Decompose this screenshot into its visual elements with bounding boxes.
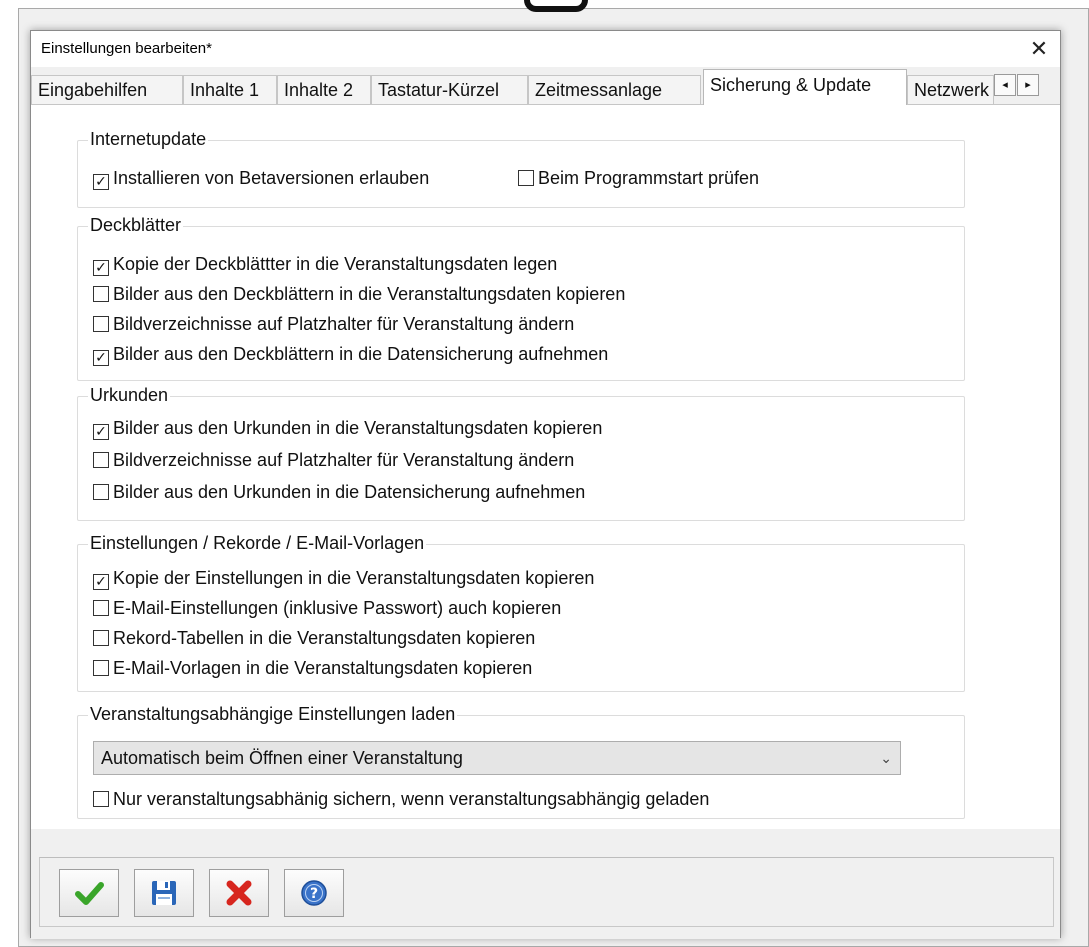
cropped-glyph xyxy=(524,0,588,12)
tab-eingabehilfen[interactable]: Eingabehilfen xyxy=(31,75,183,105)
help-icon: ? xyxy=(301,880,327,906)
checkbox-box[interactable]: ✓ xyxy=(93,260,109,276)
group-title: Deckblätter xyxy=(88,214,184,236)
checkbox-label: E-Mail-Vorlagen in die Veranstaltungsdat… xyxy=(113,658,533,678)
checkbox-label: Rekord-Tabellen in die Veranstaltungsdat… xyxy=(113,628,536,648)
checkbox-label: Bilder aus den Urkunden in die Veranstal… xyxy=(113,418,603,438)
checkbox-label: E-Mail-Einstellungen (inklusive Passwort… xyxy=(113,598,562,618)
tab-scroll-left-button[interactable]: ◂ xyxy=(994,74,1016,96)
group-title: Urkunden xyxy=(88,384,171,406)
checkbox-box[interactable] xyxy=(93,452,109,468)
tab-tastatur-kuerzel[interactable]: Tastatur-Kürzel xyxy=(371,75,528,105)
tab-sicherung-update[interactable]: Sicherung & Update xyxy=(703,69,907,105)
checkbox-box[interactable] xyxy=(93,286,109,302)
tab-panel-sicherung-update: Internetupdate ✓ Installieren von Betaver… xyxy=(31,104,1060,829)
checkbox-label: Beim Programmstart prüfen xyxy=(538,168,760,188)
checkbox-bildverzeichnisse-deckblaetter[interactable]: Bildverzeichnisse auf Platzhalter für Ve… xyxy=(93,313,574,335)
checkbox-box[interactable]: ✓ xyxy=(93,574,109,590)
dropdown-value: Automatisch beim Öffnen einer Veranstalt… xyxy=(101,748,463,768)
checkbox-box[interactable]: ✓ xyxy=(93,350,109,366)
checkbox-box[interactable] xyxy=(93,484,109,500)
tab-strip: Eingabehilfen Inhalte 1 Inhalte 2 Tastat… xyxy=(31,67,1060,105)
checkbox-kopie-einstellungen[interactable]: ✓ Kopie der Einstellungen in die Veransta… xyxy=(93,567,594,590)
checkbox-programmstart[interactable]: Beim Programmstart prüfen xyxy=(518,167,759,189)
checkbox-box[interactable] xyxy=(93,630,109,646)
checkbox-rekord-tabellen[interactable]: Rekord-Tabellen in die Veranstaltungsdat… xyxy=(93,627,535,649)
title-bar: Einstellungen bearbeiten* ✕ xyxy=(31,31,1060,67)
settings-dialog: Einstellungen bearbeiten* ✕ Eingabehilfe… xyxy=(30,30,1061,939)
checkbox-box[interactable] xyxy=(518,170,534,186)
checkbox-email-einstellungen[interactable]: E-Mail-Einstellungen (inklusive Passwort… xyxy=(93,597,561,619)
checkbox-nur-veranstaltungsabhaengig[interactable]: Nur veranstaltungsabhänig sichern, wenn … xyxy=(93,788,709,810)
checkbox-kopie-deckblaetter[interactable]: ✓ Kopie der Deckblättter in die Veranstal… xyxy=(93,253,557,276)
group-deckblaetter: Deckblätter ✓ Kopie der Deckblättter in d… xyxy=(77,214,965,381)
checkbox-bildverzeichnisse-urkunden[interactable]: Bildverzeichnisse auf Platzhalter für Ve… xyxy=(93,449,574,471)
checkbox-email-vorlagen[interactable]: E-Mail-Vorlagen in die Veranstaltungsdat… xyxy=(93,657,532,679)
checkbox-label: Bilder aus den Deckblättern in die Daten… xyxy=(113,344,609,364)
tab-inhalte-2[interactable]: Inhalte 2 xyxy=(277,75,371,105)
checkbox-label: Bilder aus den Urkunden in die Datensich… xyxy=(113,482,586,502)
ok-button[interactable] xyxy=(59,869,119,917)
tab-zeitmessanlage[interactable]: Zeitmessanlage xyxy=(528,75,701,105)
cancel-button[interactable] xyxy=(209,869,269,917)
save-button[interactable] xyxy=(134,869,194,917)
checkbox-box[interactable] xyxy=(93,316,109,332)
red-x-icon xyxy=(226,880,252,906)
group-title: Veranstaltungsabhängige Einstellungen la… xyxy=(88,703,458,725)
window-title: Einstellungen bearbeiten* xyxy=(41,40,212,57)
close-button[interactable]: ✕ xyxy=(1024,35,1054,63)
checkbox-betaversionen[interactable]: ✓ Installieren von Betaversionen erlauben xyxy=(93,167,429,190)
checkbox-box[interactable] xyxy=(93,660,109,676)
tab-scroll-right-button[interactable]: ▸ xyxy=(1017,74,1039,96)
group-title: Internetupdate xyxy=(88,128,209,150)
checkbox-bilder-deckblaetter-kopieren[interactable]: Bilder aus den Deckblättern in die Veran… xyxy=(93,283,625,305)
checkbox-box[interactable] xyxy=(93,791,109,807)
svg-text:?: ? xyxy=(310,886,318,902)
chevron-down-icon: ⌄ xyxy=(880,750,892,766)
checkbox-box[interactable]: ✓ xyxy=(93,424,109,440)
checkbox-label: Installieren von Betaversionen erlauben xyxy=(113,168,430,188)
checkbox-box[interactable]: ✓ xyxy=(93,174,109,190)
group-einstellungen-rekorde: Einstellungen / Rekorde / E-Mail-Vorlage… xyxy=(77,532,965,692)
group-internetupdate: Internetupdate ✓ Installieren von Betaver… xyxy=(77,128,965,208)
checkbox-bilder-deckblaetter-datensicherung[interactable]: ✓ Bilder aus den Deckblättern in die Date… xyxy=(93,343,608,366)
checkbox-label: Bilder aus den Deckblättern in die Veran… xyxy=(113,284,626,304)
checkbox-label: Nur veranstaltungsabhänig sichern, wenn … xyxy=(113,789,710,809)
bottom-toolbar: ? xyxy=(31,829,1060,939)
checkmark-icon xyxy=(75,882,104,905)
checkbox-label: Kopie der Einstellungen in die Veranstal… xyxy=(113,568,595,588)
toolbar-button-row: ? xyxy=(39,857,1054,927)
group-title: Einstellungen / Rekorde / E-Mail-Vorlage… xyxy=(88,532,427,554)
group-urkunden: Urkunden ✓ Bilder aus den Urkunden in die… xyxy=(77,384,965,521)
group-einstellungen-laden: Veranstaltungsabhängige Einstellungen la… xyxy=(77,703,965,819)
checkbox-label: Bildverzeichnisse auf Platzhalter für Ve… xyxy=(113,314,575,334)
checkbox-bilder-urkunden-datensicherung[interactable]: Bilder aus den Urkunden in die Datensich… xyxy=(93,481,585,503)
tab-inhalte-1[interactable]: Inhalte 1 xyxy=(183,75,277,105)
checkbox-box[interactable] xyxy=(93,600,109,616)
help-button[interactable]: ? xyxy=(284,869,344,917)
floppy-disk-icon xyxy=(152,881,176,905)
tab-netzwerk[interactable]: Netzwerk xyxy=(907,75,994,105)
laden-dropdown[interactable]: Automatisch beim Öffnen einer Veranstalt… xyxy=(93,741,901,775)
checkbox-bilder-urkunden-kopieren[interactable]: ✓ Bilder aus den Urkunden in die Veransta… xyxy=(93,417,602,440)
checkbox-label: Bildverzeichnisse auf Platzhalter für Ve… xyxy=(113,450,575,470)
checkbox-label: Kopie der Deckblättter in die Veranstalt… xyxy=(113,254,558,274)
